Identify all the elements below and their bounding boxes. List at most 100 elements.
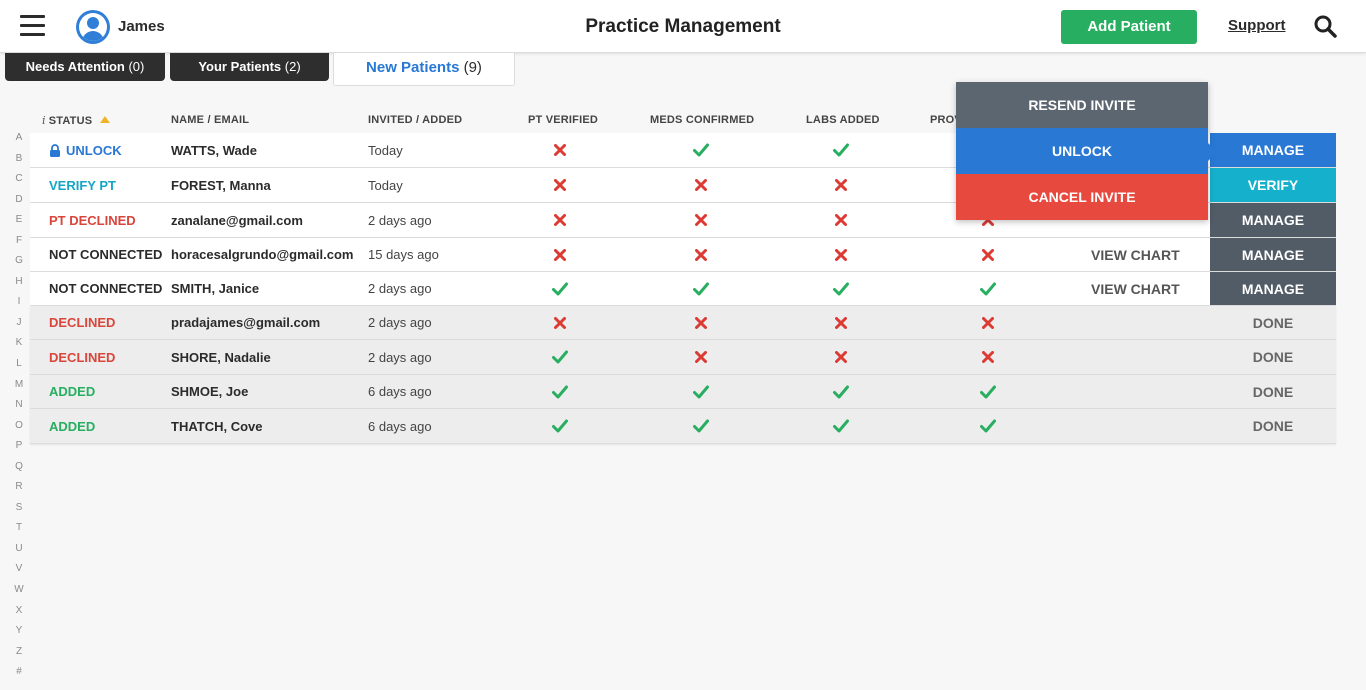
patient-name: zanalane@gmail.com xyxy=(171,212,303,228)
check-icon xyxy=(545,375,575,408)
alphabet-index-letter[interactable]: N xyxy=(12,399,26,420)
alphabet-index-letter[interactable]: V xyxy=(12,563,26,584)
cross-icon xyxy=(686,238,716,271)
cross-icon xyxy=(826,238,856,271)
resend-invite-button[interactable]: RESEND INVITE xyxy=(956,82,1208,128)
cross-icon xyxy=(545,133,575,167)
alphabet-index-letter[interactable]: M xyxy=(12,379,26,400)
status-column-header[interactable]: i STATUS xyxy=(42,114,111,127)
info-icon[interactable]: i xyxy=(42,114,46,127)
manage-button[interactable]: MANAGE xyxy=(1210,203,1336,237)
alphabet-index-letter[interactable]: B xyxy=(12,153,26,174)
table-row[interactable]: ADDED THATCH, Cove 6 days ago DONE xyxy=(30,409,1336,444)
status-label: NOT CONNECTED xyxy=(49,281,163,296)
done-label: DONE xyxy=(1252,383,1294,400)
patient-name: FOREST, Manna xyxy=(171,177,271,193)
unlock-button[interactable]: UNLOCK xyxy=(956,128,1208,174)
check-icon xyxy=(973,272,1003,305)
patient-name: horacesalgrundo@gmail.com xyxy=(171,247,354,262)
alphabet-index-letter[interactable]: A xyxy=(12,132,26,153)
tab-needs-attention[interactable]: Needs Attention (0) xyxy=(5,53,165,81)
alphabet-index-letter[interactable]: Y xyxy=(12,625,26,646)
alphabet-index-letter[interactable]: W xyxy=(12,584,26,605)
cross-icon xyxy=(826,168,856,202)
name-column-header[interactable]: NAME / EMAIL xyxy=(171,114,249,126)
done-label: DONE xyxy=(1252,314,1294,331)
cross-icon xyxy=(686,306,716,339)
table-row[interactable]: DECLINED pradajames@gmail.com 2 days ago DO… xyxy=(30,306,1336,340)
invited-date: Today xyxy=(368,177,403,193)
check-icon xyxy=(545,409,575,443)
done-label: DONE xyxy=(1252,349,1294,365)
patient-name: pradajames@gmail.com xyxy=(171,315,321,330)
alphabet-index-letter[interactable]: T xyxy=(12,522,26,543)
user-avatar-icon[interactable] xyxy=(76,10,110,44)
labs-added-column-header[interactable]: LABS ADDED xyxy=(806,114,880,126)
tab-new-patients[interactable]: New Patients (9) xyxy=(333,53,515,86)
alphabet-index-letter[interactable]: P xyxy=(12,440,26,461)
alphabet-index-letter[interactable]: R xyxy=(12,481,26,502)
manage-button[interactable]: MANAGE xyxy=(1210,133,1336,167)
status-cell: DECLINED xyxy=(49,340,115,374)
alphabet-index-letter[interactable]: G xyxy=(12,255,26,276)
alphabet-index-letter[interactable]: D xyxy=(12,194,26,215)
cancel-invite-button[interactable]: CANCEL INVITE xyxy=(956,174,1208,220)
status-header-label: STATUS xyxy=(48,115,93,127)
alphabet-index-letter[interactable]: Q xyxy=(12,461,26,482)
app-header: James Practice Management Add Patient Su… xyxy=(0,0,1366,53)
alphabet-index-letter[interactable]: C xyxy=(12,173,26,194)
tab-label: New Patients xyxy=(366,59,460,76)
alphabet-index-letter[interactable]: J xyxy=(12,317,26,338)
patient-name: SHORE, Nadalie xyxy=(171,349,271,365)
meds-confirmed-column-header[interactable]: MEDS CONFIRMED xyxy=(650,114,754,126)
alphabet-index-letter[interactable]: O xyxy=(12,420,26,441)
alphabet-index-letter[interactable]: X xyxy=(12,605,26,626)
sort-ascending-icon xyxy=(100,116,111,123)
support-link[interactable]: Support xyxy=(1228,17,1286,34)
table-row[interactable]: NOT CONNECTED horacesalgrundo@gmail.com 15… xyxy=(30,238,1336,272)
check-icon xyxy=(545,272,575,305)
manage-button[interactable]: MANAGE xyxy=(1210,238,1336,271)
alphabet-index-letter[interactable]: K xyxy=(12,337,26,358)
check-icon xyxy=(826,409,856,443)
alphabet-index-letter[interactable]: # xyxy=(12,666,26,687)
invited-date: 2 days ago xyxy=(368,349,432,365)
alphabet-index-letter[interactable]: S xyxy=(12,502,26,523)
invited-column-header[interactable]: INVITED / ADDED xyxy=(368,114,462,126)
check-icon xyxy=(973,409,1003,443)
search-icon[interactable] xyxy=(1313,14,1337,38)
check-icon xyxy=(826,133,856,167)
table-row[interactable]: ADDED SHMOE, Joe 6 days ago DONE xyxy=(30,375,1336,409)
table-row[interactable]: NOT CONNECTED SMITH, Janice 2 days ago VIEW… xyxy=(30,272,1336,306)
patient-name: WATTS, Wade xyxy=(171,142,257,158)
table-row[interactable]: DECLINED SHORE, Nadalie 2 days ago DONE xyxy=(30,340,1336,375)
row-actions-popup: RESEND INVITE UNLOCK CANCEL INVITE xyxy=(956,82,1208,220)
alphabet-index-letter[interactable]: F xyxy=(12,235,26,256)
pt-verified-column-header[interactable]: PT VERIFIED xyxy=(528,114,598,126)
invited-date: 2 days ago xyxy=(368,281,432,296)
alphabet-index-letter[interactable]: E xyxy=(12,214,26,235)
tab-count: (9) xyxy=(463,59,482,76)
cross-icon xyxy=(545,238,575,271)
verify-button[interactable]: VERIFY xyxy=(1210,168,1336,202)
check-icon xyxy=(686,409,716,443)
alphabet-index-letter[interactable]: H xyxy=(12,276,26,297)
view-chart-link[interactable]: VIEW CHART xyxy=(1091,272,1180,305)
status-label: PT DECLINED xyxy=(49,212,136,228)
patient-name: SMITH, Janice xyxy=(171,281,260,296)
alphabet-index-letter[interactable]: I xyxy=(12,296,26,317)
alphabet-index-letter[interactable]: Z xyxy=(12,646,26,667)
view-chart-link[interactable]: VIEW CHART xyxy=(1091,238,1180,271)
tab-label: Your Patients xyxy=(198,59,282,74)
alphabet-index-letter[interactable]: U xyxy=(12,543,26,564)
status-cell[interactable]: UNLOCK xyxy=(49,133,122,167)
tab-your-patients[interactable]: Your Patients (2) xyxy=(170,53,329,81)
cross-icon xyxy=(973,340,1003,374)
add-patient-button[interactable]: Add Patient xyxy=(1061,10,1197,44)
status-label: DECLINED xyxy=(49,315,116,330)
user-name[interactable]: James xyxy=(118,18,165,35)
alphabet-index-letter[interactable]: L xyxy=(12,358,26,379)
hamburger-menu-icon[interactable] xyxy=(20,15,45,37)
manage-button[interactable]: MANAGE xyxy=(1210,272,1336,305)
invited-date: Today xyxy=(368,142,403,158)
